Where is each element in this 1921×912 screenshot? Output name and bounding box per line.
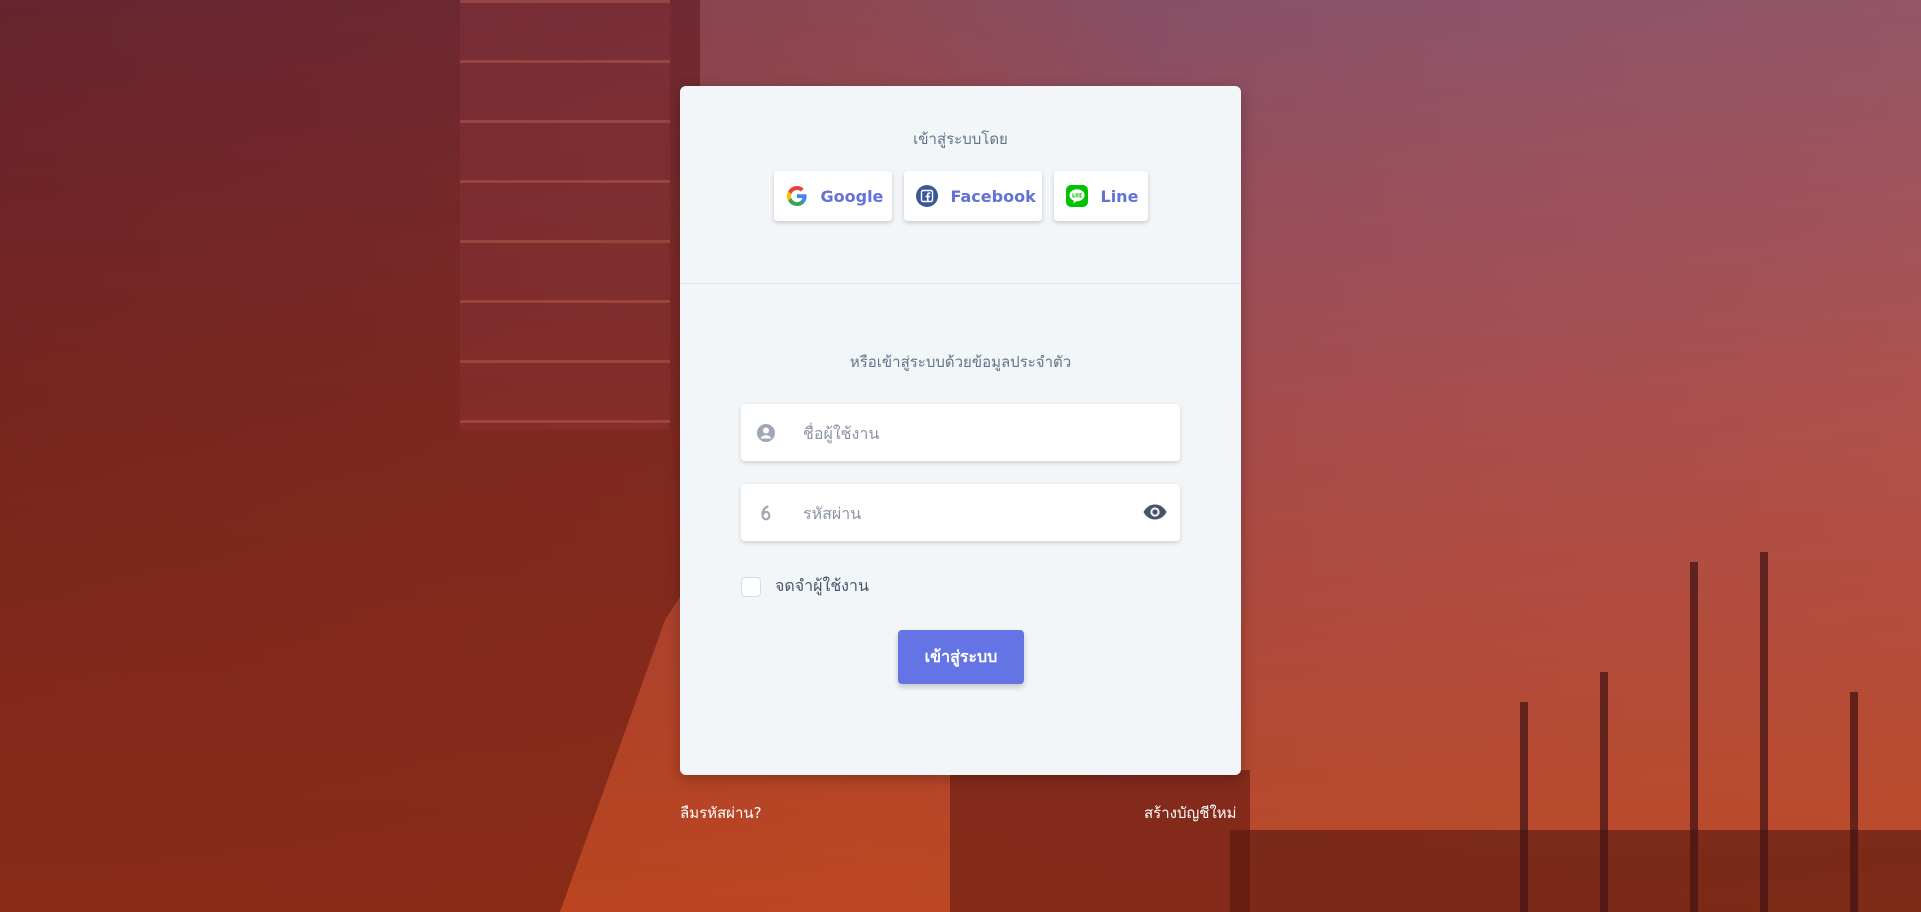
remember-label: จดจำผู้ใช้งาน bbox=[775, 576, 869, 595]
crane-silhouette bbox=[1690, 562, 1698, 912]
password-field bbox=[741, 484, 1180, 543]
facebook-login-button[interactable]: Facebook bbox=[903, 171, 1042, 221]
line-icon bbox=[1065, 184, 1089, 208]
social-login-heading: เข้าสู่ระบบโดย bbox=[913, 130, 1008, 148]
username-input[interactable] bbox=[801, 404, 1125, 463]
crane-silhouette bbox=[1600, 672, 1608, 912]
social-login-section: เข้าสู่ระบบโดย Google Facebook Line bbox=[680, 86, 1241, 284]
login-card: เข้าสู่ระบบโดย Google Facebook Line หรือ… bbox=[680, 86, 1241, 775]
crane-silhouette bbox=[1520, 702, 1528, 912]
google-button-label: Google bbox=[820, 186, 884, 206]
line-login-button[interactable]: Line bbox=[1053, 171, 1148, 221]
password-input[interactable] bbox=[801, 484, 1125, 543]
line-button-label: Line bbox=[1100, 186, 1139, 206]
remember-checkbox[interactable] bbox=[741, 576, 761, 597]
forgot-password-link[interactable]: ลืมรหัสผ่าน? bbox=[680, 801, 762, 825]
container-stack bbox=[460, 0, 670, 430]
ship-hull bbox=[950, 770, 1250, 912]
user-icon bbox=[756, 423, 776, 443]
username-field bbox=[741, 404, 1180, 463]
google-login-button[interactable]: Google bbox=[773, 171, 892, 221]
lock-icon bbox=[756, 503, 776, 523]
facebook-icon bbox=[915, 184, 939, 208]
create-account-link[interactable]: สร้างบัญชีใหม่ bbox=[1144, 801, 1237, 825]
port-ground bbox=[1230, 830, 1921, 912]
google-icon bbox=[785, 184, 809, 208]
login-button[interactable]: เข้าสู่ระบบ bbox=[898, 630, 1024, 684]
credentials-heading: หรือเข้าสู่ระบบด้วยข้อมูลประจำตัว bbox=[849, 353, 1072, 371]
facebook-button-label: Facebook bbox=[950, 186, 1036, 206]
crane-silhouette bbox=[1850, 692, 1858, 912]
social-button-row: Google Facebook Line bbox=[680, 171, 1241, 221]
remember-me: จดจำผู้ใช้งาน bbox=[741, 574, 869, 599]
crane-silhouette bbox=[1760, 552, 1768, 912]
eye-icon[interactable] bbox=[1142, 501, 1168, 523]
